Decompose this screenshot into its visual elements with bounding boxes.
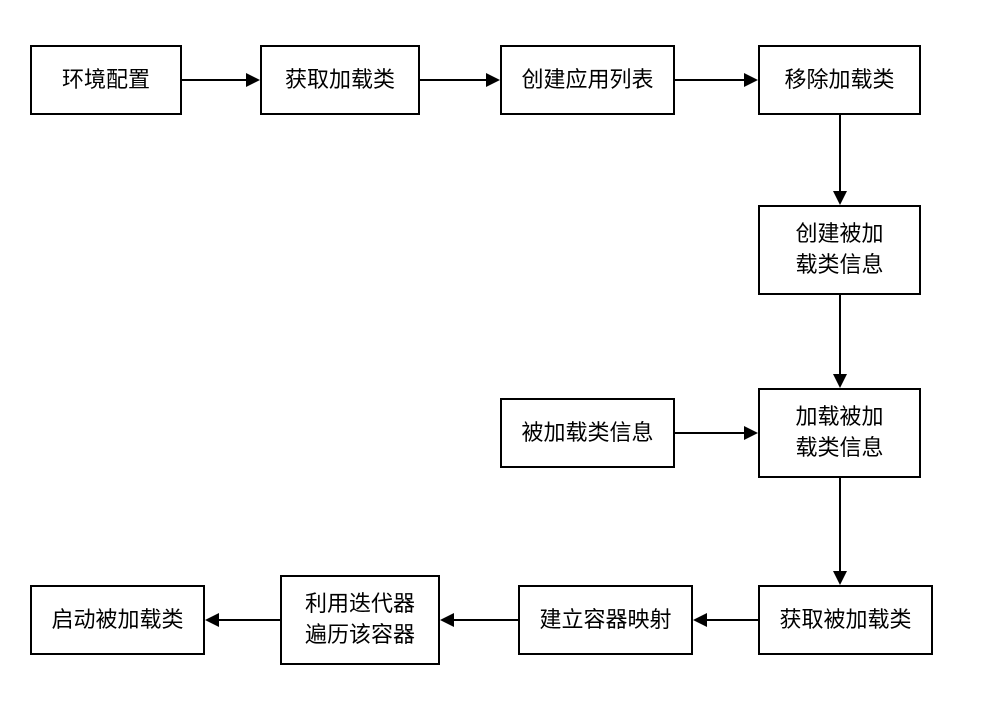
node-start-loaded: 启动被加载类 bbox=[30, 585, 205, 655]
arrow-head bbox=[693, 613, 707, 627]
node-label: 建立容器映射 bbox=[539, 605, 671, 636]
node-label: 被加载类信息 bbox=[521, 418, 653, 449]
node-label: 获取加载类 bbox=[285, 65, 395, 96]
arrow-head bbox=[744, 73, 758, 87]
arrow-line bbox=[219, 619, 280, 621]
node-load-loaded-info: 加载被加 载类信息 bbox=[758, 388, 921, 478]
arrow-line bbox=[839, 478, 841, 571]
arrow-head bbox=[833, 571, 847, 585]
arrow-head bbox=[833, 191, 847, 205]
arrow-line bbox=[454, 619, 518, 621]
arrow-line bbox=[839, 115, 841, 191]
node-label: 利用迭代器 遍历该容器 bbox=[305, 589, 415, 651]
arrow-line bbox=[675, 432, 744, 434]
arrow-line bbox=[420, 79, 486, 81]
node-remove-loader: 移除加载类 bbox=[758, 45, 921, 115]
node-label: 创建被加 载类信息 bbox=[795, 219, 883, 281]
arrow-head bbox=[833, 374, 847, 388]
arrow-head bbox=[486, 73, 500, 87]
node-get-loader: 获取加载类 bbox=[260, 45, 420, 115]
node-label: 移除加载类 bbox=[784, 65, 894, 96]
node-create-loaded-info: 创建被加 载类信息 bbox=[758, 205, 921, 295]
node-create-app-list: 创建应用列表 bbox=[500, 45, 675, 115]
node-get-loaded: 获取被加载类 bbox=[758, 585, 933, 655]
node-loaded-info: 被加载类信息 bbox=[500, 398, 675, 468]
node-label: 获取被加载类 bbox=[779, 605, 911, 636]
arrow-head bbox=[440, 613, 454, 627]
arrow-line bbox=[675, 79, 744, 81]
arrow-line bbox=[182, 79, 246, 81]
node-env-config: 环境配置 bbox=[30, 45, 182, 115]
node-iterate-container: 利用迭代器 遍历该容器 bbox=[280, 575, 440, 665]
node-label: 环境配置 bbox=[62, 65, 150, 96]
arrow-line bbox=[839, 295, 841, 374]
node-label: 创建应用列表 bbox=[521, 65, 653, 96]
arrow-head bbox=[205, 613, 219, 627]
arrow-line bbox=[707, 619, 758, 621]
arrow-head bbox=[744, 426, 758, 440]
node-label: 启动被加载类 bbox=[51, 605, 183, 636]
node-container-map: 建立容器映射 bbox=[518, 585, 693, 655]
arrow-head bbox=[246, 73, 260, 87]
node-label: 加载被加 载类信息 bbox=[795, 402, 883, 464]
